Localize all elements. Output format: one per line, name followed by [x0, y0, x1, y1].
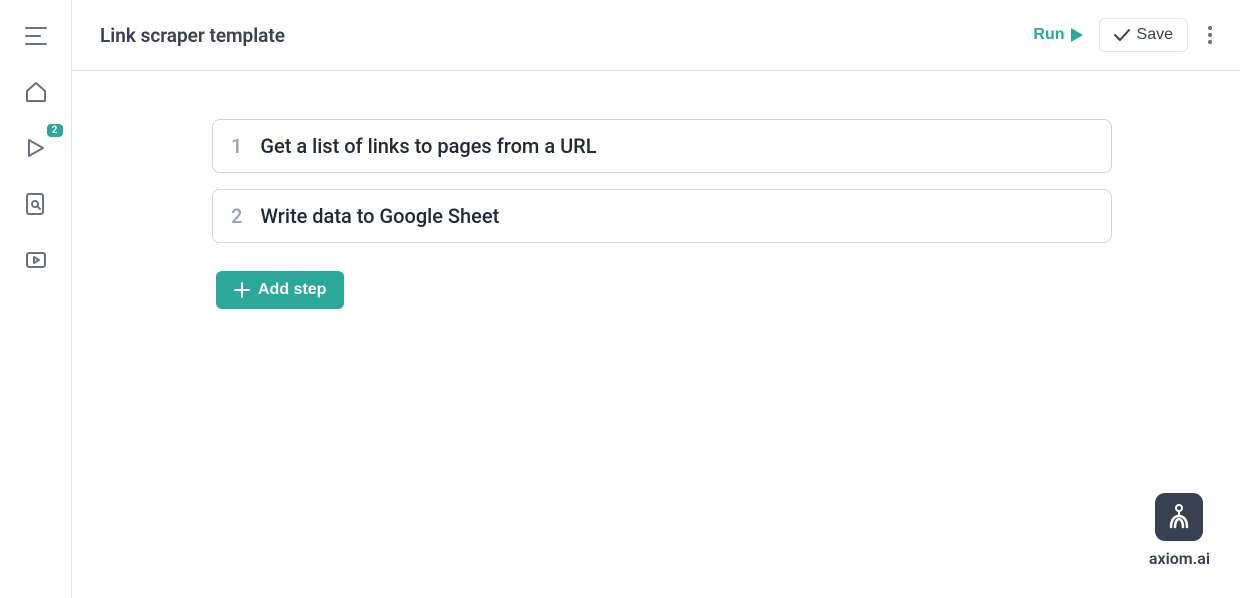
run-button[interactable]: Run [1033, 26, 1082, 44]
header-actions: Run Save [1033, 18, 1216, 52]
more-vertical-icon [1208, 26, 1212, 44]
brand-widget[interactable]: axiom.ai [1149, 493, 1210, 568]
search-docs-icon[interactable] [24, 192, 48, 216]
add-step-label: Add step [258, 281, 326, 299]
more-options-button[interactable] [1204, 22, 1216, 48]
step-row-2[interactable]: 2 Write data to Google Sheet [212, 189, 1112, 243]
badge-count: 2 [47, 124, 63, 137]
brand-name: axiom.ai [1149, 549, 1210, 568]
header: Link scraper template Run Save [72, 0, 1240, 71]
step-number: 1 [231, 134, 242, 158]
plus-icon [234, 282, 250, 298]
brand-logo-icon [1155, 493, 1203, 541]
sidebar: 2 [0, 0, 72, 598]
home-icon[interactable] [24, 80, 48, 104]
runs-icon[interactable]: 2 [24, 136, 48, 160]
save-button[interactable]: Save [1099, 18, 1188, 52]
step-title: Get a list of links to pages from a URL [260, 134, 596, 158]
add-step-button[interactable]: Add step [216, 271, 344, 309]
steps-container: 1 Get a list of links to pages from a UR… [212, 119, 1112, 309]
menu-icon[interactable] [24, 24, 48, 48]
step-number: 2 [231, 204, 242, 228]
page-title: Link scraper template [100, 24, 285, 47]
video-icon[interactable] [24, 248, 48, 272]
step-title: Write data to Google Sheet [260, 204, 499, 228]
save-button-label: Save [1137, 26, 1173, 44]
run-button-label: Run [1033, 26, 1064, 44]
play-icon [1071, 28, 1083, 42]
step-row-1[interactable]: 1 Get a list of links to pages from a UR… [212, 119, 1112, 173]
check-icon [1114, 28, 1130, 42]
main-content: 1 Get a list of links to pages from a UR… [72, 71, 1240, 598]
